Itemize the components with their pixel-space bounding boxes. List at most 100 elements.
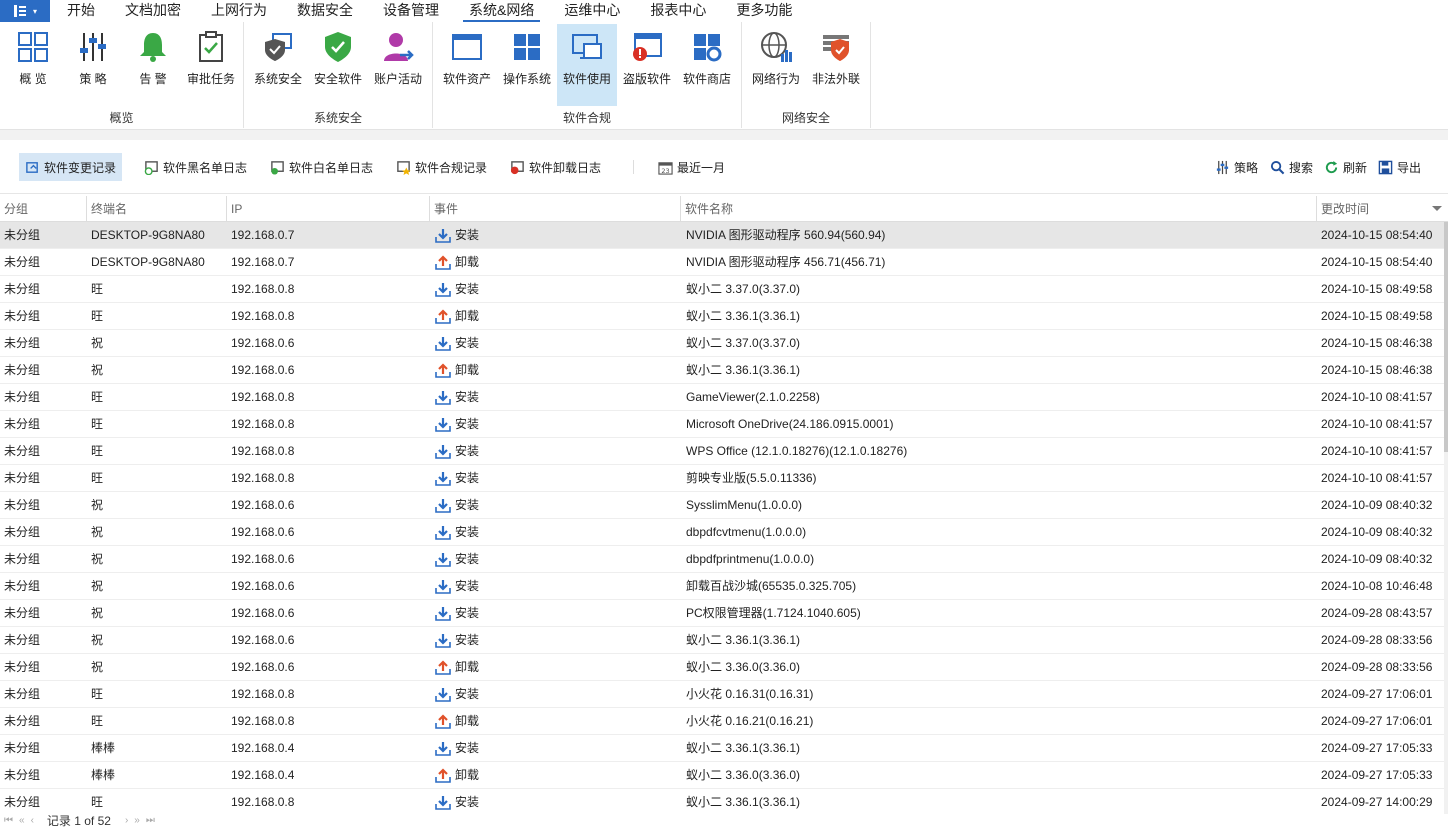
menu-device-mgmt[interactable]: 设备管理 — [368, 0, 454, 22]
table-row[interactable]: 未分组 旺 192.168.0.8 安装 Microsoft OneDrive(24.1… — [0, 411, 1444, 438]
store-grid-icon — [694, 34, 722, 62]
tab-compliance-log[interactable]: 软件合规记录 — [390, 153, 493, 181]
next-page-icon[interactable]: › — [125, 815, 128, 826]
table-row[interactable]: 未分组 旺 192.168.0.8 卸载 蚁小二 3.36.1(3.36.1) 2024-… — [0, 303, 1444, 330]
column-header-event[interactable]: 事件 — [430, 196, 681, 222]
cell-event: 安装 — [435, 735, 479, 762]
table-row[interactable]: 未分组 祝 192.168.0.6 卸载 蚁小二 3.36.1(3.36.1) 2024-… — [0, 357, 1444, 384]
approval-task-button[interactable]: 审批任务 — [181, 24, 241, 106]
install-arrow-icon — [435, 228, 451, 243]
menu-doc-encrypt[interactable]: 文档加密 — [110, 0, 196, 22]
table-row[interactable]: 未分组 祝 192.168.0.6 卸载 蚁小二 3.36.0(3.36.0) 2024-… — [0, 654, 1444, 681]
table-row[interactable]: 未分组 DESKTOP-9G8NA80 192.168.0.7 安装 NVIDIA 图形… — [0, 222, 1444, 249]
table-row[interactable]: 未分组 棒棒 192.168.0.4 卸载 蚁小二 3.36.0(3.36.0) 2024… — [0, 762, 1444, 789]
column-header-ip[interactable]: IP — [227, 196, 430, 222]
cell-group: 未分组 — [4, 795, 41, 809]
window-icon — [452, 34, 482, 60]
app-menu-button[interactable]: ▾ — [0, 0, 50, 22]
menu-report-center[interactable]: 报表中心 — [635, 0, 721, 22]
software-assets-button[interactable]: 软件资产 — [437, 24, 497, 106]
date-filter-button[interactable]: 23 最近一月 — [652, 153, 731, 181]
export-button[interactable]: 导出 — [1372, 153, 1427, 181]
cell-group: 未分组 — [4, 525, 41, 539]
table-row[interactable]: 未分组 祝 192.168.0.6 安装 蚁小二 3.36.1(3.36.1) 2024-… — [0, 627, 1444, 654]
next-block-icon[interactable]: » — [134, 815, 140, 826]
table-row[interactable]: 未分组 祝 192.168.0.6 安装 dbpdfprintmenu(1.0.0.0)… — [0, 546, 1444, 573]
table-row[interactable]: 未分组 旺 192.168.0.8 安装 蚁小二 3.37.0(3.37.0) 2024-… — [0, 276, 1444, 303]
policy-button[interactable]: 策 略 — [63, 24, 123, 106]
table-row[interactable]: 未分组 棒棒 192.168.0.4 安装 蚁小二 3.36.1(3.36.1) 2024… — [0, 735, 1444, 762]
bell-icon — [140, 33, 166, 62]
table-row[interactable]: 未分组 祝 192.168.0.6 安装 dbpdfcvtmenu(1.0.0.0) 20… — [0, 519, 1444, 546]
tab-blacklist-log[interactable]: 软件黑名单日志 — [138, 153, 253, 181]
cell-event: 安装 — [435, 411, 479, 438]
operating-system-button[interactable]: 操作系统 — [497, 24, 557, 106]
software-store-button[interactable]: 软件商店 — [677, 24, 737, 106]
table-row[interactable]: 未分组 旺 192.168.0.8 安装 WPS Office (12.1.0.1827… — [0, 438, 1444, 465]
last-page-icon[interactable]: ⏭ — [146, 815, 155, 826]
software-usage-button[interactable]: 软件使用 — [557, 24, 617, 106]
cell-change-time: 2024-10-08 10:46:48 — [1321, 579, 1433, 593]
cell-event: 安装 — [435, 276, 479, 303]
cell-event: 安装 — [435, 573, 479, 600]
menu-start[interactable]: 开始 — [52, 0, 110, 22]
column-header-group[interactable]: 分组 — [0, 196, 87, 222]
table-row[interactable]: 未分组 旺 192.168.0.8 安装 剪映专业版(5.5.0.11336) 2024-… — [0, 465, 1444, 492]
cell-terminal: 祝 — [91, 498, 104, 512]
cell-ip: 192.168.0.4 — [231, 768, 295, 782]
group-label-software-compliance: 软件合规 — [562, 111, 611, 125]
cell-terminal: 旺 — [91, 417, 104, 431]
alert-button[interactable]: 告 警 — [123, 24, 183, 106]
table-row[interactable]: 未分组 DESKTOP-9G8NA80 192.168.0.7 卸载 NVIDIA 图形… — [0, 249, 1444, 276]
event-label: 卸载 — [455, 255, 480, 269]
uninstall-arrow-icon — [435, 362, 451, 378]
install-arrow-icon — [435, 687, 451, 702]
system-security-button[interactable]: 系统安全 — [248, 24, 308, 106]
table-row[interactable]: 未分组 旺 192.168.0.8 安装 蚁小二 3.36.1(3.36.1) 2024-… — [0, 789, 1444, 814]
vertical-scrollbar[interactable] — [1444, 222, 1448, 814]
prev-block-icon[interactable]: « — [19, 815, 25, 826]
install-arrow-icon — [435, 552, 451, 567]
table-row[interactable]: 未分组 祝 192.168.0.6 安装 SysslimMenu(1.0.0.0) 202… — [0, 492, 1444, 519]
cell-change-time: 2024-09-27 17:05:33 — [1321, 768, 1433, 782]
table-row[interactable]: 未分组 旺 192.168.0.8 卸载 小火花 0.16.21(0.16.21) 202… — [0, 708, 1444, 735]
cell-event: 卸载 — [435, 303, 479, 330]
sort-desc-icon[interactable] — [1432, 206, 1442, 211]
table-row[interactable]: 未分组 祝 192.168.0.6 安装 蚁小二 3.37.0(3.37.0) 2024-… — [0, 330, 1444, 357]
menu-data-security[interactable]: 数据安全 — [282, 0, 368, 22]
account-activity-button[interactable]: 账户活动 — [368, 24, 428, 106]
column-header-terminal[interactable]: 终端名 — [87, 196, 227, 222]
record-count: 记录 1 of 52 — [46, 814, 111, 828]
table-row[interactable]: 未分组 旺 192.168.0.8 安装 GameViewer(2.1.0.2258) 2… — [0, 384, 1444, 411]
grid-overview-icon — [18, 32, 48, 62]
table-row[interactable]: 未分组 旺 192.168.0.8 安装 小火花 0.16.31(0.16.31) 202… — [0, 681, 1444, 708]
security-software-button[interactable]: 安全软件 — [308, 24, 368, 106]
event-label: 安装 — [455, 633, 480, 647]
network-behavior-button[interactable]: 网络行为 — [746, 24, 806, 106]
prev-page-icon[interactable]: ‹ — [31, 815, 34, 826]
overview-button[interactable]: 概 览 — [3, 24, 63, 106]
cell-software-name: 蚁小二 3.37.0(3.37.0) — [686, 282, 801, 296]
tab-whitelist-log[interactable]: 软件白名单日志 — [264, 153, 379, 181]
column-header-change-time[interactable]: 更改时间 — [1317, 196, 1448, 222]
first-page-icon[interactable]: ⏮ — [4, 815, 13, 826]
menu-web-behavior[interactable]: 上网行为 — [196, 0, 282, 22]
scrollbar-thumb[interactable] — [1444, 222, 1448, 452]
tab-software-change-log[interactable]: 软件变更记录 — [19, 153, 123, 181]
column-header-software-name[interactable]: 软件名称 — [681, 196, 1317, 222]
policy-action-button[interactable]: 策略 — [1209, 153, 1264, 181]
cell-change-time: 2024-09-27 17:05:33 — [1321, 741, 1433, 755]
menu-system-network[interactable]: 系统&网络 — [463, 0, 541, 22]
cell-ip: 192.168.0.6 — [231, 498, 295, 512]
refresh-button[interactable]: 刷新 — [1318, 153, 1373, 181]
menu-more[interactable]: 更多功能 — [721, 0, 807, 22]
illegal-outreach-button[interactable]: 非法外联 — [806, 24, 866, 106]
tab-uninstall-log[interactable]: 软件卸载日志 — [504, 153, 607, 181]
pirated-software-button[interactable]: 盗版软件 — [617, 24, 677, 106]
overview-label: 概 览 — [19, 72, 47, 86]
table-row[interactable]: 未分组 祝 192.168.0.6 安装 PC权限管理器(1.7124.1040.605… — [0, 600, 1444, 627]
cell-group: 未分组 — [4, 390, 41, 404]
search-button[interactable]: 搜索 — [1264, 153, 1319, 181]
table-row[interactable]: 未分组 祝 192.168.0.6 安装 卸载百战沙城(65535.0.325.705)… — [0, 573, 1444, 600]
menu-ops-center[interactable]: 运维中心 — [549, 0, 635, 22]
